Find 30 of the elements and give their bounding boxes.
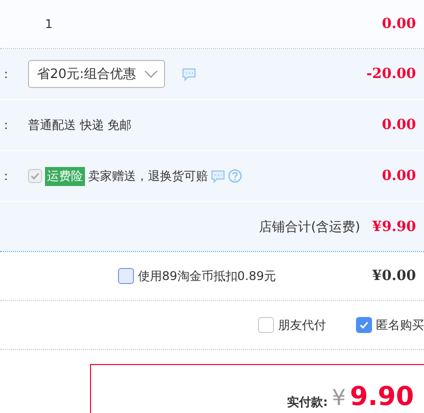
amount-text: 0.00 xyxy=(382,168,416,184)
payment-label: 实付款: xyxy=(287,395,328,409)
checkbox[interactable] xyxy=(118,268,134,284)
chat-icon[interactable] xyxy=(182,68,196,80)
help-icon[interactable] xyxy=(228,169,242,183)
total-amount: ¥9.90 xyxy=(372,218,416,234)
label-text: ： xyxy=(0,168,13,184)
checkmark-icon xyxy=(358,319,370,331)
insurance-text: 卖家赠送，退换货可赔 xyxy=(88,168,208,184)
caret-icon xyxy=(144,70,158,78)
amount-text: -20.00 xyxy=(366,66,416,82)
amount-text: 0.00 xyxy=(382,117,416,133)
total-label: 店铺合计(含运费) xyxy=(259,218,360,236)
checkmark-icon xyxy=(29,170,41,182)
checkbox[interactable] xyxy=(258,317,274,333)
coins-label: 使用89淘金币抵扣0.89元 xyxy=(138,268,276,284)
quantity-text: 1 xyxy=(45,17,54,31)
discount-dropdown[interactable]: 省20元:组合优惠 xyxy=(28,60,165,88)
label-text: ： xyxy=(0,116,13,134)
coins-amount: ¥0.00 xyxy=(372,268,416,284)
amount-text: 0.00 xyxy=(382,16,416,32)
chat-icon[interactable] xyxy=(211,170,225,182)
currency-symbol: ¥ xyxy=(332,387,346,411)
option-label: 朋友代付 xyxy=(278,316,326,334)
payment-amount: 9.90 xyxy=(350,383,414,411)
label-text: ： xyxy=(0,66,13,82)
checkbox[interactable] xyxy=(356,317,372,333)
option-label: 匿名购买 xyxy=(376,316,424,334)
shipping-text: 普通配送 快递 免邮 xyxy=(28,116,132,134)
insurance-tag: 运费险 xyxy=(45,166,85,186)
